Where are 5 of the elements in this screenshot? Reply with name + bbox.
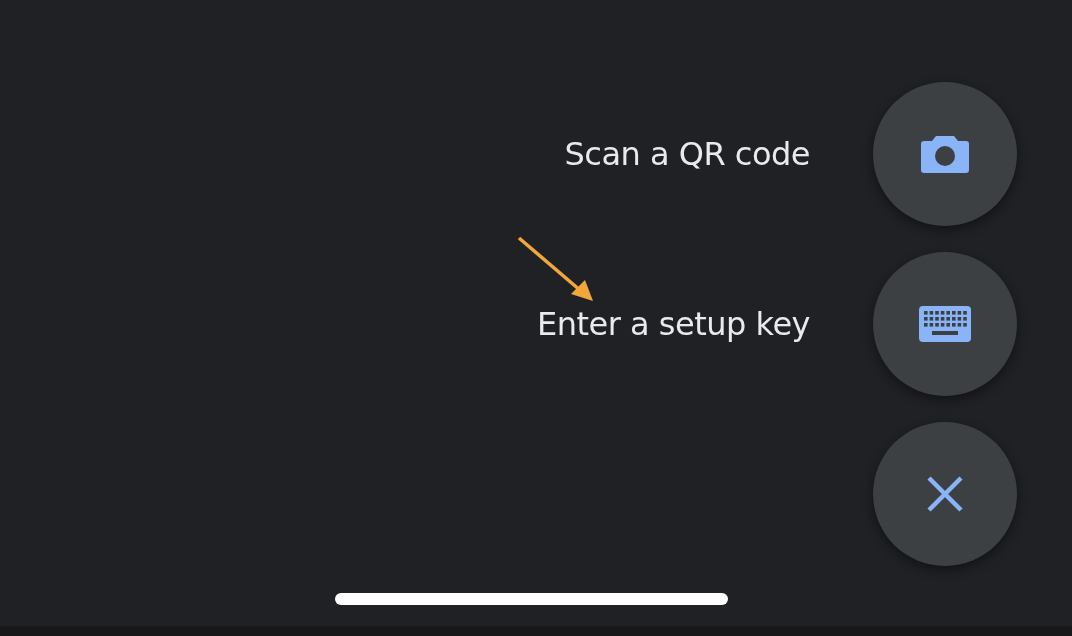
action-label[interactable]: Scan a QR code bbox=[564, 135, 810, 173]
action-label[interactable]: Enter a setup key bbox=[536, 305, 810, 343]
keyboard-icon bbox=[919, 306, 971, 342]
camera-icon bbox=[920, 134, 970, 174]
close-icon bbox=[926, 475, 964, 513]
